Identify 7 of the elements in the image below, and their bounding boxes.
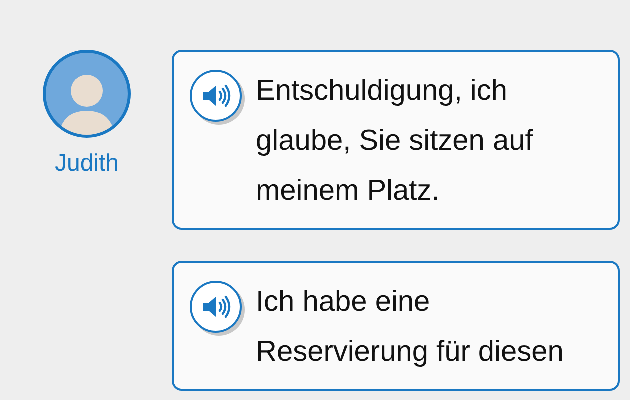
audio-button[interactable]	[190, 281, 242, 333]
speaker-icon	[201, 84, 231, 108]
speaker-icon	[201, 295, 231, 319]
message-text: Entschuldigung, ich glaube, Sie sitzen auf meinem Platz.	[256, 74, 534, 209]
audio-button[interactable]	[190, 70, 242, 122]
speaker-name: Judith	[54, 149, 120, 179]
message-text: Ich habe eine Reservierung für diesen	[256, 285, 565, 370]
